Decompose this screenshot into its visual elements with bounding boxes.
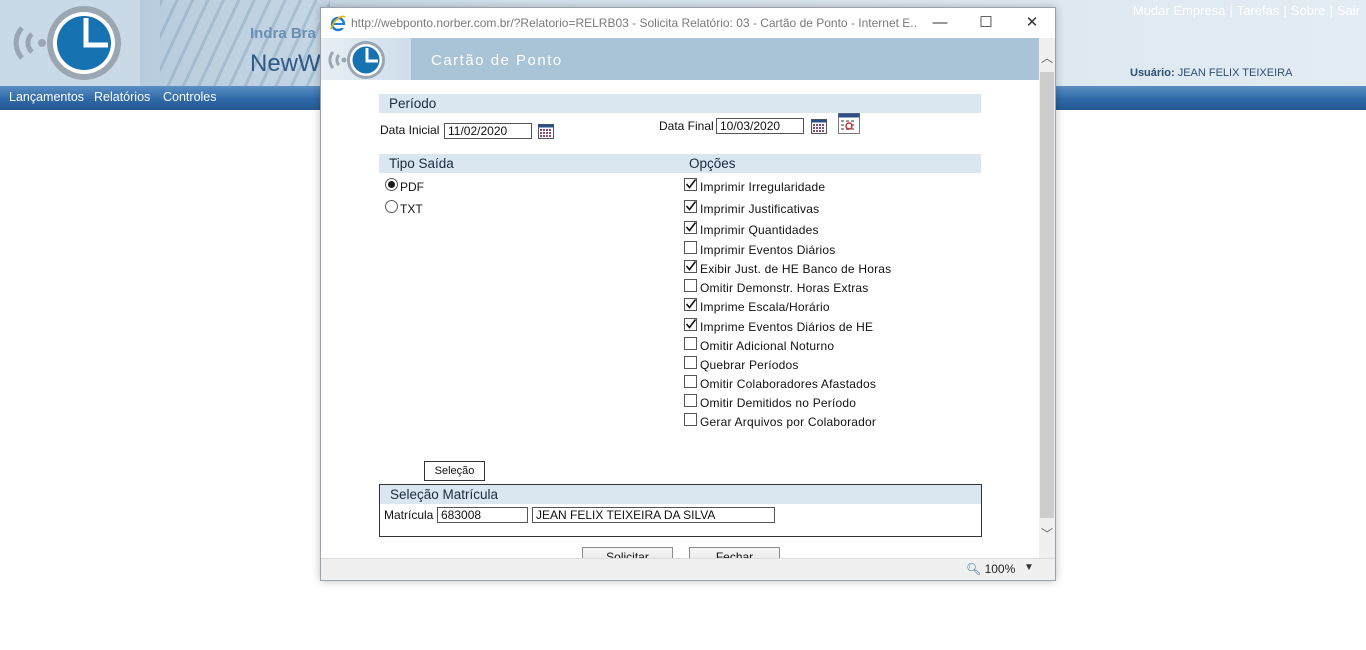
user-label: Usuário:: [1130, 67, 1175, 79]
minimize-button[interactable]: —: [917, 8, 963, 38]
scroll-up-arrow-icon[interactable]: ︿: [1039, 48, 1055, 68]
tipo-saida-title: Tipo Saída: [389, 156, 454, 171]
selecao-matricula-box: Seleção Matrícula Matrícula: [379, 484, 982, 537]
option-checkbox[interactable]: [684, 413, 697, 426]
option-label: Imprimir Irregularidade: [700, 180, 826, 194]
zoom-dropdown-icon[interactable]: ▼: [1024, 562, 1034, 573]
scroll-down-arrow-icon[interactable]: ﹀: [1039, 524, 1055, 544]
separator: |: [1229, 3, 1233, 18]
menu-lancamentos[interactable]: Lançamentos: [9, 90, 84, 104]
user-info: Usuário: JEAN FELIX TEIXEIRA: [1130, 67, 1292, 79]
brand-subtitle: Indra Bra: [250, 25, 316, 42]
mudar-empresa-link[interactable]: Mudar Empresa: [1133, 3, 1225, 18]
zoom-level[interactable]: 🔍︎ 100%: [966, 562, 1015, 576]
option-label: Quebrar Períodos: [700, 358, 799, 372]
separator: |: [1329, 3, 1333, 18]
form-logo-icon: [328, 41, 385, 79]
solicitar-button[interactable]: Solicitar: [582, 547, 673, 558]
ie-icon: [330, 15, 346, 32]
data-inicial-label: Data Inicial: [380, 123, 440, 137]
report-form: Cartão de Ponto Período Data Inicial Dat…: [321, 38, 1039, 558]
matricula-input[interactable]: [437, 507, 528, 523]
vertical-scrollbar[interactable]: ︿ ﹀: [1039, 38, 1055, 558]
txt-radio[interactable]: [385, 200, 398, 213]
top-links: Mudar Empresa | Tarefas | Sobre | Sair: [1133, 3, 1360, 18]
option-checkbox[interactable]: [684, 394, 697, 407]
brand-title: NewW: [250, 50, 321, 77]
option-checkbox[interactable]: [684, 356, 697, 369]
data-inicial-input[interactable]: [444, 123, 532, 139]
data-final-input[interactable]: [716, 118, 804, 134]
option-checkbox[interactable]: [684, 375, 697, 388]
option-label: Imprimir Justificativas: [700, 202, 820, 216]
option-checkbox[interactable]: [684, 221, 697, 234]
option-checkbox[interactable]: [684, 318, 697, 331]
scroll-thumb[interactable]: [1040, 72, 1054, 518]
menu-controles[interactable]: Controles: [163, 90, 217, 104]
option-checkbox[interactable]: [684, 178, 697, 191]
zoom-icon: 🔍︎: [966, 562, 982, 576]
tipo-opcoes-header: Tipo Saída Opções: [379, 154, 981, 173]
calendar-icon[interactable]: [538, 124, 554, 139]
matricula-label: Matrícula: [384, 508, 434, 522]
period-calendar-icon[interactable]: [838, 113, 860, 134]
menu-relatorios[interactable]: Relatórios: [94, 90, 150, 104]
periodo-header: Período: [379, 94, 981, 113]
pdf-label: PDF: [400, 180, 424, 194]
user-name: JEAN FELIX TEIXEIRA: [1177, 67, 1293, 79]
selecao-button[interactable]: Seleção: [424, 461, 485, 481]
option-checkbox[interactable]: [684, 298, 697, 311]
option-label: Exibir Just. de HE Banco de Horas: [700, 262, 892, 276]
separator: |: [1283, 3, 1287, 18]
data-final-label: Data Final: [659, 119, 714, 133]
nome-field: [532, 507, 775, 523]
option-label: Imprimir Quantidades: [700, 223, 819, 237]
periodo-title: Período: [389, 96, 437, 111]
option-label: Omitir Colaboradores Afastados: [700, 377, 877, 391]
tarefas-link[interactable]: Tarefas: [1237, 3, 1280, 18]
sair-link[interactable]: Sair: [1337, 3, 1360, 18]
calendar-icon[interactable]: [811, 119, 827, 134]
option-label: Imprime Escala/Horário: [700, 300, 830, 314]
status-bar: 🔍︎ 100% ▼: [321, 558, 1055, 580]
option-checkbox[interactable]: [684, 279, 697, 292]
fechar-button[interactable]: Fechar: [689, 547, 780, 558]
form-banner: Cartão de Ponto: [321, 38, 1039, 80]
option-label: Omitir Demonstr. Horas Extras: [700, 281, 869, 295]
popup-window: http://webponto.norber.com.br/?Relatorio…: [320, 7, 1056, 581]
option-checkbox[interactable]: [684, 337, 697, 350]
pdf-radio[interactable]: [385, 178, 398, 191]
window-title: http://webponto.norber.com.br/?Relatorio…: [351, 16, 916, 30]
sobre-link[interactable]: Sobre: [1291, 3, 1326, 18]
app-logo-icon: [13, 6, 121, 80]
selecao-matricula-header: Seleção Matrícula: [380, 485, 981, 504]
option-label: Omitir Adicional Noturno: [700, 339, 835, 353]
option-label: Imprime Eventos Diários de HE: [700, 320, 874, 334]
close-button[interactable]: ✕: [1009, 8, 1055, 38]
option-checkbox[interactable]: [684, 200, 697, 213]
window-titlebar: http://webponto.norber.com.br/?Relatorio…: [321, 8, 1055, 38]
txt-label: TXT: [400, 202, 423, 216]
selecao-matricula-title: Seleção Matrícula: [390, 487, 499, 502]
option-label: Gerar Arquivos por Colaborador: [700, 415, 877, 429]
zoom-value: 100%: [984, 562, 1016, 576]
option-checkbox[interactable]: [684, 241, 697, 254]
form-title: Cartão de Ponto: [431, 52, 563, 69]
maximize-button[interactable]: ☐: [963, 8, 1009, 38]
option-checkbox[interactable]: [684, 260, 697, 273]
opcoes-title: Opções: [689, 156, 736, 171]
option-label: Imprimir Eventos Diários: [700, 243, 836, 257]
option-label: Omitir Demitidos no Período: [700, 396, 857, 410]
